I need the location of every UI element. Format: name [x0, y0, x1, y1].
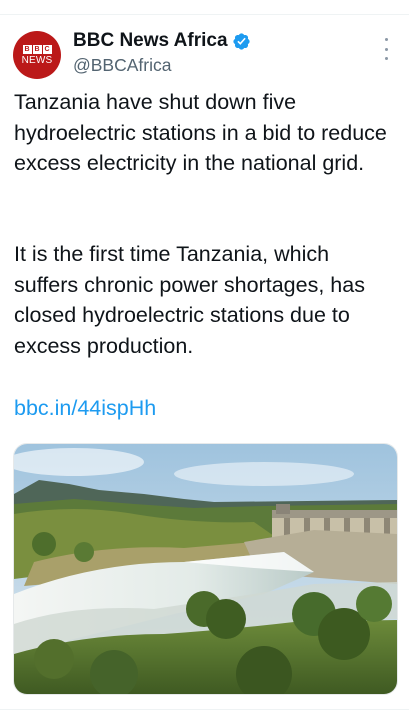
account-handle[interactable]: @BBCAfrica [73, 54, 171, 76]
dam-photo-image [14, 444, 397, 694]
bbc-letter: C [42, 44, 52, 54]
article-link[interactable]: bbc.in/44ispHh [14, 393, 156, 424]
more-options-icon[interactable] [379, 38, 393, 60]
bottom-divider [0, 709, 409, 710]
top-divider [0, 14, 409, 15]
tweet-text-paragraph: It is the first time Tanzania, which suf… [14, 242, 365, 358]
account-name[interactable]: BBC News Africa [73, 30, 228, 52]
tweet-text-paragraph: Tanzania have shut down five hydroelectr… [14, 90, 387, 175]
bbc-logo: B B C [22, 44, 52, 54]
bbc-letter: B [22, 44, 32, 54]
avatar-news-label: NEWS [21, 54, 53, 66]
bbc-letter: B [32, 44, 42, 54]
avatar[interactable]: B B C NEWS [13, 31, 61, 79]
verified-badge-icon [233, 33, 250, 50]
tweet-photo[interactable] [13, 443, 398, 695]
